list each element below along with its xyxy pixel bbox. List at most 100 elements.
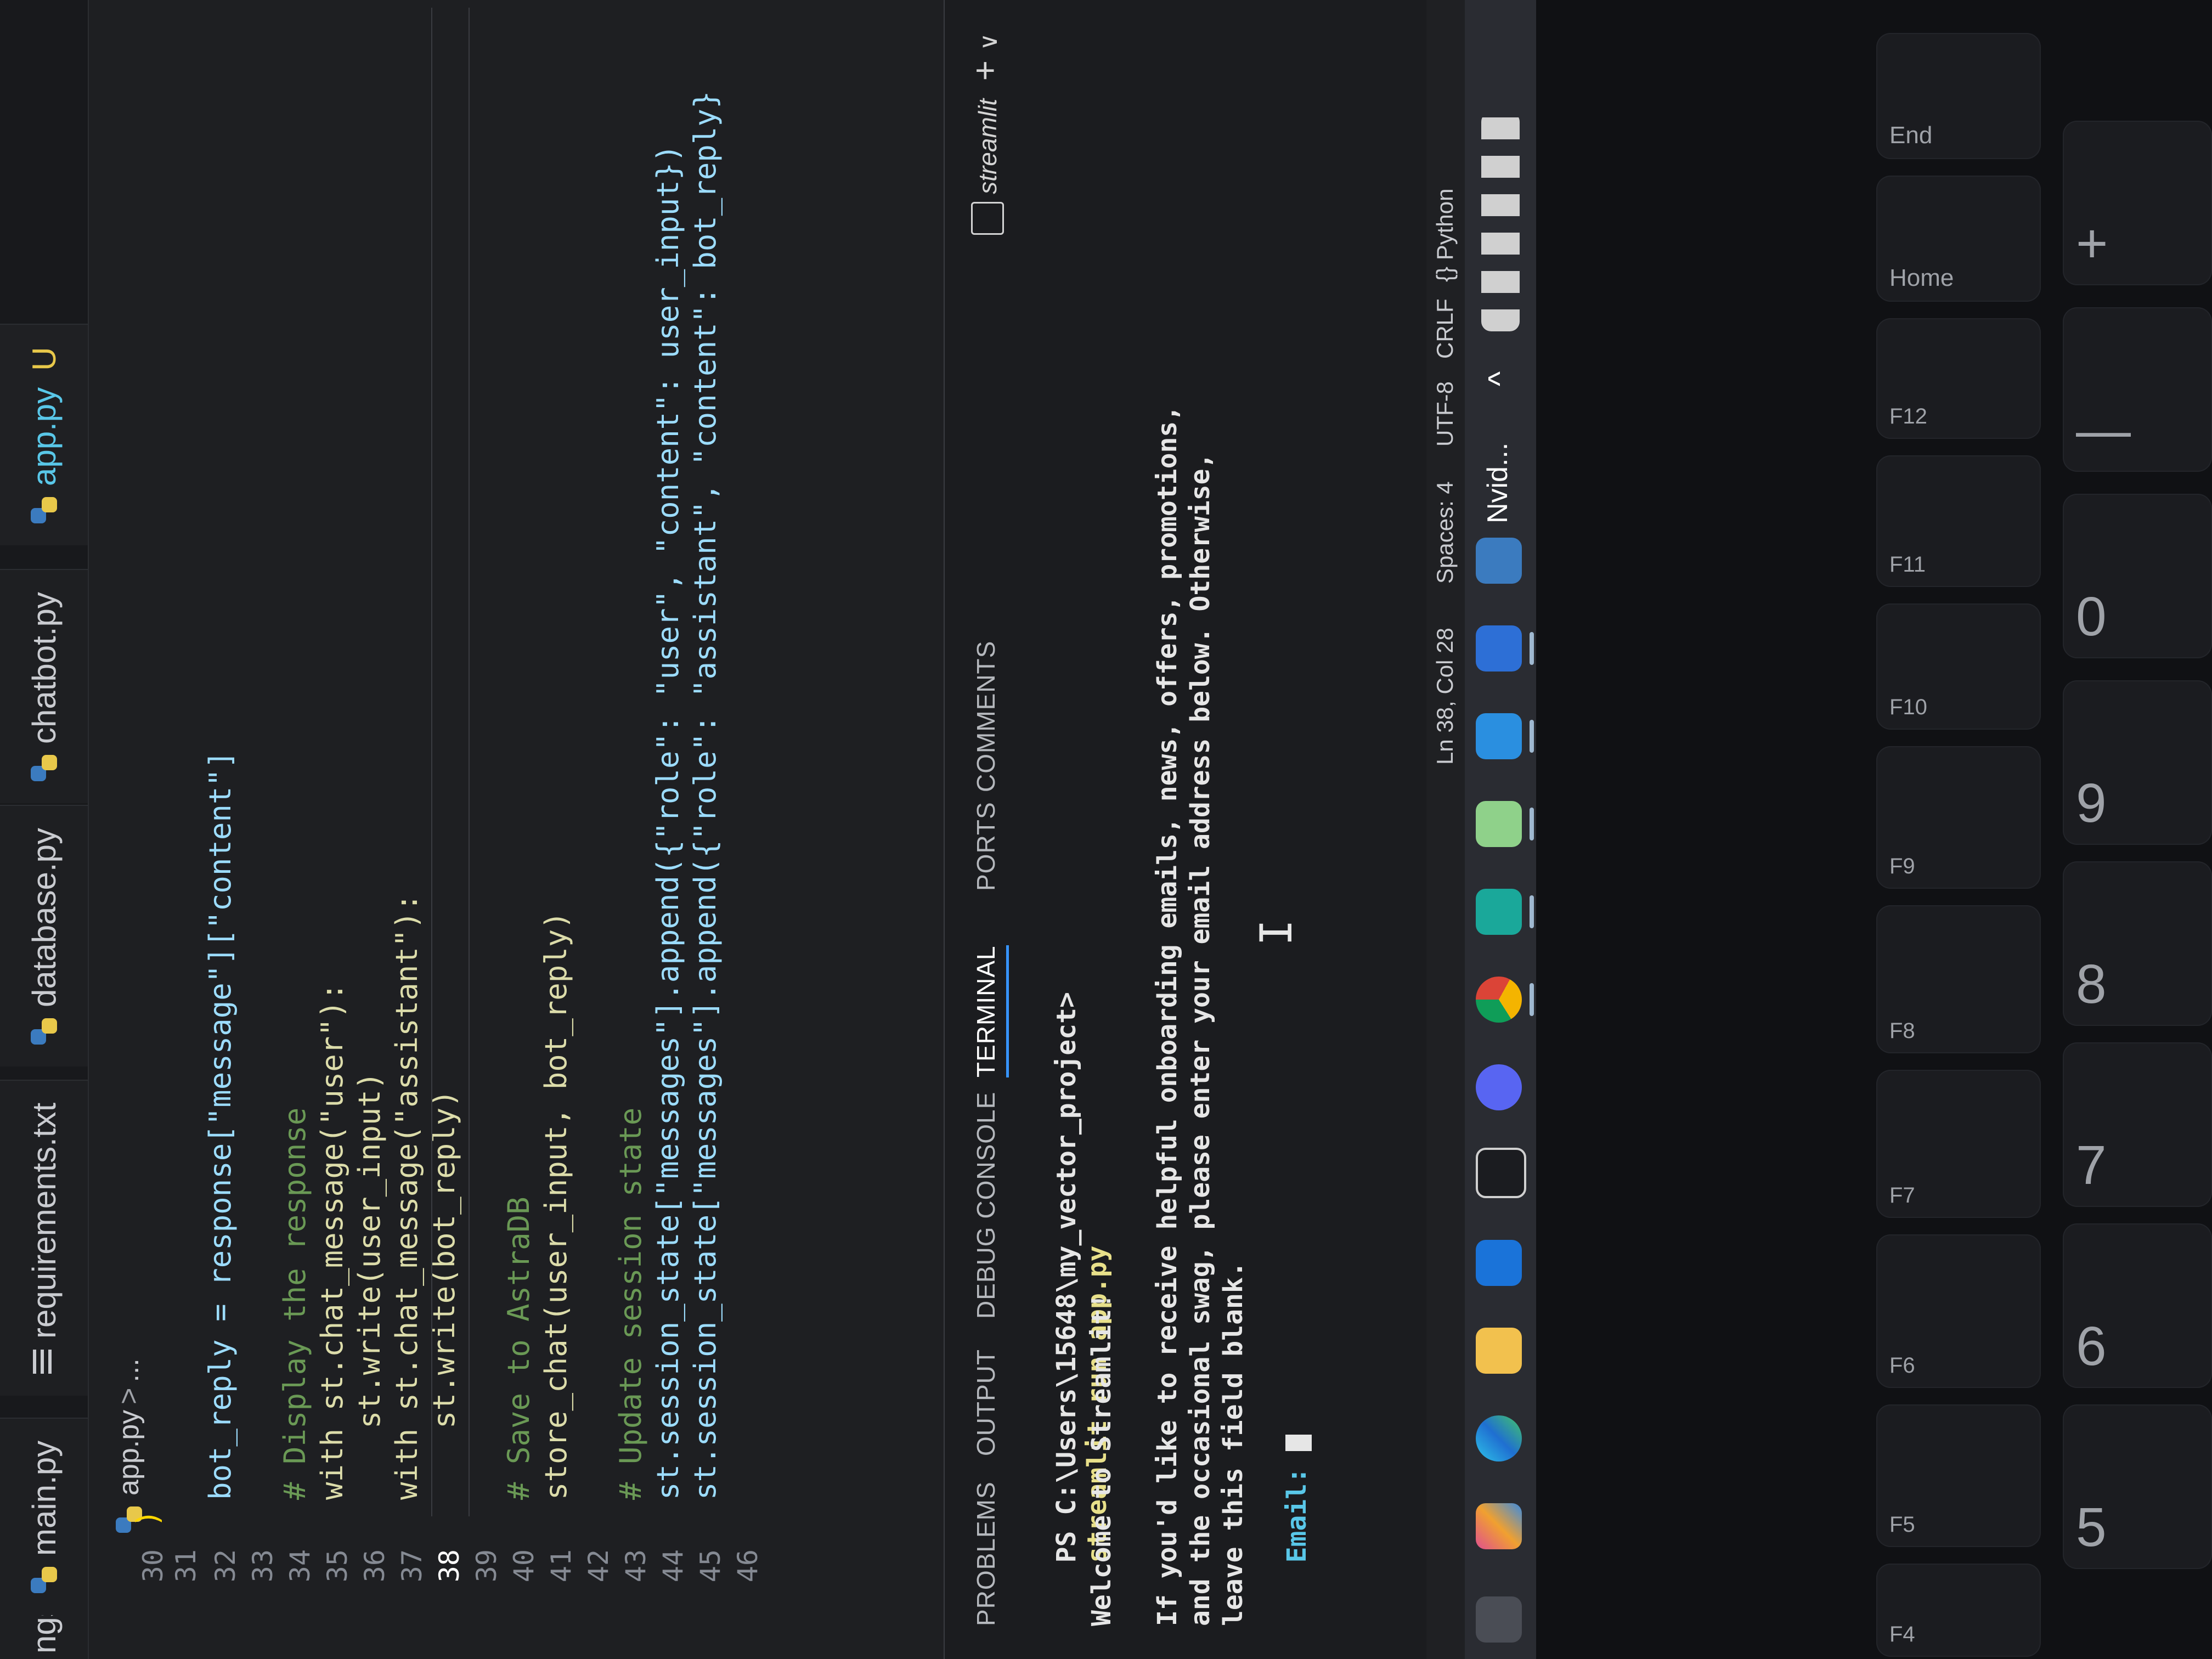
app-icon[interactable]: [1476, 889, 1522, 935]
key-f12[interactable]: F12: [1876, 318, 2041, 439]
line-number: 35: [321, 1549, 353, 1583]
status-language[interactable]: {} Python: [1432, 189, 1458, 283]
nvidia-widget-label[interactable]: Nvid...: [1481, 443, 1514, 523]
line-number: 39: [471, 1549, 503, 1583]
code-line: bot_reply = response["message"]["content…: [203, 751, 238, 1500]
key-f9[interactable]: F9: [1876, 746, 2041, 889]
task-view-icon[interactable]: [1476, 1596, 1522, 1643]
mouse-ibeam-cursor: I: [1251, 919, 1302, 946]
tray-chevron-icon[interactable]: ^: [1481, 371, 1518, 386]
terminal-icon: [971, 201, 1004, 235]
line-number: 41: [545, 1549, 577, 1583]
code-line: with st.chat_message("assistant"):: [390, 893, 424, 1500]
file-explorer-icon[interactable]: [1476, 1328, 1522, 1374]
powershell-icon[interactable]: [1476, 625, 1522, 672]
terminal-output-line: Welcome to Streamlit!: [1086, 1293, 1117, 1626]
status-eol[interactable]: CRLF: [1432, 298, 1458, 359]
code-comment: # Save to AstraDB: [501, 1197, 536, 1500]
new-terminal-button[interactable]: + ∨: [964, 33, 1005, 81]
status-cursor-position[interactable]: Ln 38, Col 28: [1432, 628, 1458, 765]
line-number: 40: [508, 1549, 540, 1583]
running-indicator: [1530, 720, 1534, 753]
code-editor[interactable]: 30 31 32 33 34 35 36 37 38 39 40 41 42 4…: [131, 0, 971, 1659]
tab-chatbot-py[interactable]: chatbot.py: [0, 569, 88, 803]
code-line: st.session_state["messages"].append({"ro…: [688, 91, 723, 1500]
terminal-prompt-line: PS C:\Users\15648\my_vector_project> str…: [1020, 992, 1143, 1626]
code-line: st.session_state["messages"].append({"ro…: [651, 144, 685, 1500]
copilot-icon[interactable]: [1476, 1503, 1522, 1549]
tab-comments[interactable]: COMMENTS: [971, 641, 1001, 792]
running-indicator: [1530, 632, 1534, 665]
line-number: 45: [695, 1549, 726, 1583]
line-number: 32: [210, 1549, 241, 1583]
line-number: 42: [583, 1549, 614, 1583]
tab-requirements-txt[interactable]: requirements.txt: [0, 1079, 88, 1396]
text-file-icon: [33, 1350, 55, 1374]
line-number: 31: [170, 1549, 202, 1583]
key-equals[interactable]: +: [2063, 121, 2212, 285]
line-number: 30: [137, 1549, 169, 1583]
key-f7[interactable]: F7: [1876, 1070, 2041, 1218]
status-indentation[interactable]: Spaces: 4: [1432, 481, 1458, 584]
key-f5[interactable]: F5: [1876, 1404, 2041, 1547]
tab-app-py[interactable]: app.py U: [0, 324, 88, 545]
key-6[interactable]: 6: [2063, 1223, 2212, 1388]
tab-problems[interactable]: PROBLEMS: [971, 1481, 1001, 1626]
line-number: 43: [620, 1549, 652, 1583]
vscode-window: ngs main.py requirements.txt database.py…: [0, 0, 1536, 1659]
email-prompt[interactable]: Email:: [1251, 1435, 1343, 1626]
python-icon: [31, 497, 57, 523]
discord-icon[interactable]: [1476, 1064, 1522, 1110]
code-comment: # Display the response: [278, 1107, 312, 1500]
python-icon: [31, 1567, 57, 1593]
code-line: store_chat(user_input, bot_reply): [539, 911, 573, 1500]
tab-output[interactable]: OUTPUT: [971, 1349, 1001, 1456]
terminal-output-line: leave this field blank.: [1218, 1261, 1249, 1626]
key-end[interactable]: End: [1876, 33, 2041, 159]
tab-ports[interactable]: PORTS: [971, 802, 1001, 891]
current-line-highlight: [431, 8, 470, 1516]
key-f8[interactable]: F8: [1876, 905, 2041, 1053]
running-indicator: [1530, 808, 1534, 840]
vscode-icon[interactable]: [1476, 713, 1522, 759]
key-home[interactable]: Home: [1876, 176, 2041, 302]
terminal-cursor: [1285, 1435, 1312, 1452]
nvidia-widget-icon[interactable]: [1476, 538, 1522, 584]
code-line: with st.chat_message("user"):: [315, 983, 349, 1500]
git-untracked-badge: U: [25, 347, 63, 371]
key-5[interactable]: 5: [2063, 1404, 2212, 1569]
key-f6[interactable]: F6: [1876, 1234, 2041, 1388]
key-8[interactable]: 8: [2063, 861, 2212, 1026]
key-f11[interactable]: F11: [1876, 455, 2041, 587]
line-number: 44: [657, 1549, 689, 1583]
tray-icons[interactable]: [1481, 112, 1520, 331]
key-7[interactable]: 7: [2063, 1042, 2212, 1207]
line-number-current: 38: [433, 1549, 465, 1583]
key-f4[interactable]: F4: [1876, 1564, 2041, 1657]
key-0[interactable]: 0: [2063, 494, 2212, 658]
line-number: 46: [732, 1549, 764, 1583]
tab-terminal[interactable]: TERMINAL: [971, 945, 1009, 1077]
plus-icon: +: [965, 60, 1005, 81]
terminal-output-line: and the occasional swag, please enter yo…: [1185, 453, 1216, 1626]
key-f10[interactable]: F10: [1876, 603, 2041, 730]
key-9[interactable]: 9: [2063, 680, 2212, 845]
code-line: st.write(user_input): [352, 1071, 387, 1500]
running-indicator: [1530, 983, 1534, 1016]
terminal-prompt: PS C:\Users\15648\my_vector_project>: [1051, 992, 1082, 1563]
tab-settings-partial[interactable]: ngs: [0, 1600, 88, 1659]
key-minus[interactable]: —: [2063, 307, 2212, 472]
tab-main-py[interactable]: main.py: [0, 1417, 88, 1615]
chrome-icon[interactable]: [1476, 977, 1522, 1023]
terminal-icon[interactable]: [1476, 1148, 1526, 1198]
tab-debug-console[interactable]: DEBUG CONSOLE: [971, 1092, 1001, 1319]
notepad-icon[interactable]: [1476, 801, 1522, 847]
terminal-instance-streamlit[interactable]: streamlit: [971, 99, 1004, 235]
running-indicator: [1530, 895, 1534, 928]
line-number: 34: [284, 1549, 316, 1583]
status-encoding[interactable]: UTF-8: [1432, 381, 1458, 447]
edge-icon[interactable]: [1476, 1415, 1522, 1462]
outlook-icon[interactable]: [1476, 1240, 1522, 1286]
tab-database-py[interactable]: database.py: [0, 805, 88, 1066]
chevron-down-icon: ∨: [975, 33, 1002, 51]
